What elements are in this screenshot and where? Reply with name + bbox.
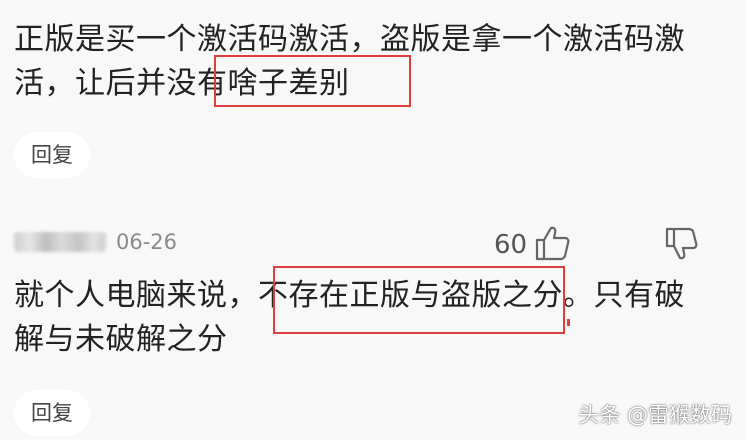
highlight-box-2	[273, 266, 565, 334]
highlight-box-1	[214, 55, 411, 107]
thumbs-down-icon[interactable]	[664, 226, 700, 262]
reply-button-2[interactable]: 回复	[14, 390, 90, 436]
username-blurred	[14, 232, 106, 252]
watermark: 头条 @雷猴数码	[578, 403, 732, 427]
reply-button-1[interactable]: 回复	[14, 132, 90, 178]
comment-date: 06-26	[116, 230, 178, 254]
annotation-mark	[567, 319, 570, 326]
thumbs-up-icon[interactable]	[534, 224, 572, 262]
like-count: 60	[494, 230, 528, 260]
